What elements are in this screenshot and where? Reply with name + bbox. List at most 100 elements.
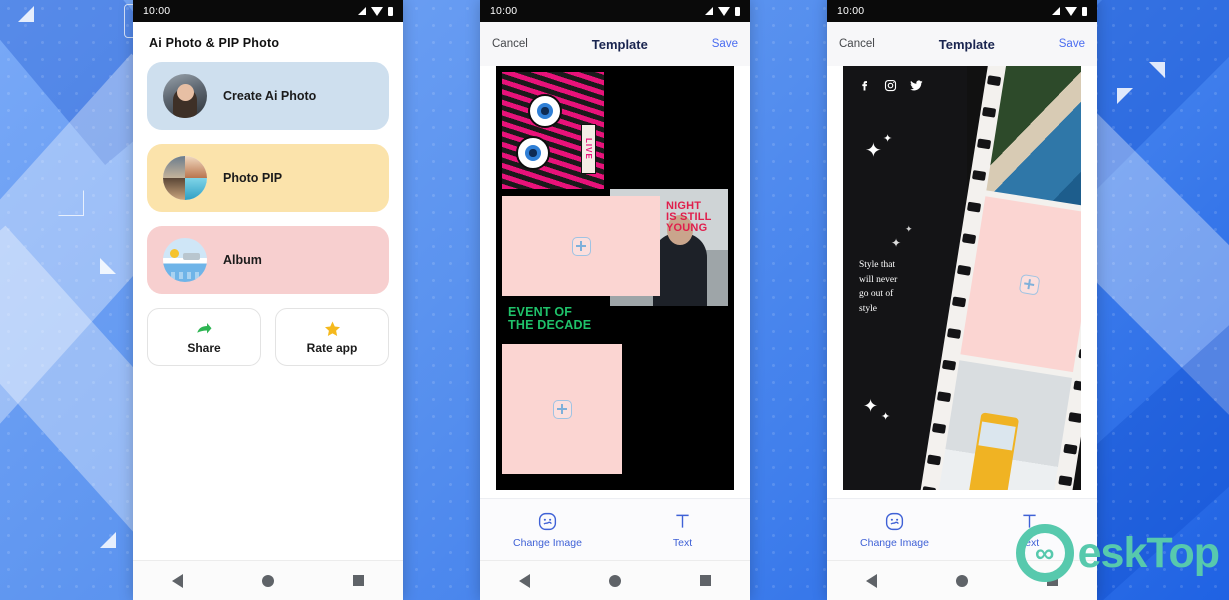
twitter-icon[interactable] bbox=[909, 78, 924, 93]
home-icon[interactable] bbox=[608, 574, 621, 587]
facebook-icon[interactable] bbox=[857, 78, 872, 93]
status-bar: 10:00 bbox=[827, 0, 1097, 22]
photo-placeholder-3[interactable] bbox=[960, 196, 1081, 373]
page-title: Ai Photo & PIP Photo bbox=[149, 36, 280, 50]
perforation bbox=[922, 486, 937, 490]
rate-app-button[interactable]: Rate app bbox=[275, 308, 389, 366]
photo-placeholder-2[interactable] bbox=[502, 344, 622, 474]
status-bar: 10:00 bbox=[133, 0, 403, 22]
album-landscape-thumb bbox=[163, 238, 207, 282]
canvas-wrapper: LIVE NIGHT IS STILL YOUNG EVENT OF THE DECA… bbox=[480, 66, 750, 490]
perforation bbox=[942, 359, 957, 371]
perforation bbox=[962, 233, 977, 245]
perforation bbox=[977, 138, 992, 150]
wifi-icon bbox=[371, 6, 383, 16]
editor-top-bar: Cancel Template Save bbox=[827, 22, 1097, 66]
style-quote-text[interactable]: Style that will never go out of style bbox=[859, 258, 905, 317]
add-photo-icon bbox=[1018, 273, 1041, 296]
action-button-row: Share Rate app bbox=[147, 308, 389, 366]
canvas-wrapper: ✦ ✦ ✦ ✦ ✦ ✦ Style that will never go out… bbox=[827, 66, 1097, 490]
menu-card-label: Create Ai Photo bbox=[223, 89, 317, 103]
perforation bbox=[952, 296, 967, 308]
text-tool[interactable]: Text bbox=[615, 511, 750, 549]
home-icon[interactable] bbox=[261, 574, 274, 587]
text-t-icon bbox=[1023, 514, 1036, 528]
battery-icon bbox=[388, 6, 393, 16]
menu-card-label: Photo PIP bbox=[223, 171, 283, 185]
menu-card-album[interactable]: Album bbox=[147, 226, 389, 294]
perforation bbox=[1073, 380, 1081, 392]
menu-card-create-ai-photo[interactable]: Create Ai Photo bbox=[147, 62, 389, 130]
change-image-label: Change Image bbox=[513, 536, 582, 549]
instagram-icon[interactable] bbox=[883, 78, 898, 93]
phone-1-frame: 10:00 Ai Photo & PIP Photo Create Ai Pho… bbox=[133, 0, 403, 600]
status-time: 10:00 bbox=[143, 5, 171, 17]
android-nav-bar bbox=[827, 560, 1097, 600]
share-arrow-icon bbox=[197, 322, 212, 333]
change-image-tool[interactable]: Change Image bbox=[827, 511, 962, 549]
cancel-button[interactable]: Cancel bbox=[492, 38, 528, 50]
sparkle-icon: ✦ bbox=[865, 140, 882, 162]
hill-shape bbox=[183, 253, 200, 260]
eyes-pink-zebra-art[interactable]: LIVE bbox=[502, 72, 604, 189]
add-photo-icon bbox=[552, 399, 572, 419]
perforation bbox=[927, 454, 942, 466]
home-screen-body: Ai Photo & PIP Photo Create Ai Photo Pho… bbox=[133, 22, 403, 560]
status-icons bbox=[358, 6, 393, 16]
editor-tool-bar: Change Image Text bbox=[480, 498, 750, 560]
collage-canvas[interactable]: LIVE NIGHT IS STILL YOUNG EVENT OF THE DECA… bbox=[496, 66, 734, 490]
live-text: LIVE bbox=[581, 124, 596, 174]
star-icon bbox=[324, 321, 340, 336]
android-nav-bar bbox=[133, 560, 403, 600]
back-icon[interactable] bbox=[519, 573, 531, 588]
wifi-icon bbox=[718, 6, 730, 16]
share-button[interactable]: Share bbox=[147, 308, 261, 366]
photo-placeholder-1[interactable] bbox=[502, 196, 660, 296]
sun-icon bbox=[170, 249, 179, 258]
menu-card-photo-pip[interactable]: Photo PIP bbox=[147, 144, 389, 212]
sparkle-icon: ✦ bbox=[863, 396, 879, 416]
editor-title: Template bbox=[938, 36, 995, 52]
menu-card-label: Album bbox=[223, 253, 262, 267]
perforation bbox=[1063, 443, 1078, 455]
social-icon-row bbox=[857, 78, 924, 93]
recents-icon[interactable] bbox=[699, 575, 711, 586]
recents-icon[interactable] bbox=[352, 575, 364, 586]
film-strip-canvas[interactable]: ✦ ✦ ✦ ✦ ✦ ✦ Style that will never go out… bbox=[843, 66, 1081, 490]
text-tool-label: Text bbox=[1019, 536, 1040, 549]
text-tool[interactable]: Text bbox=[962, 511, 1097, 549]
sparkle-icon: ✦ bbox=[891, 236, 902, 250]
perforation bbox=[1068, 412, 1081, 424]
save-button[interactable]: Save bbox=[712, 38, 738, 50]
ai-portrait-thumb bbox=[163, 74, 207, 118]
perforation bbox=[947, 328, 962, 339]
signal-icon bbox=[1052, 7, 1060, 15]
editor-tool-bar: Change Image Text bbox=[827, 498, 1097, 560]
event-of-the-decade-text[interactable]: EVENT OF THE DECADE bbox=[508, 306, 638, 331]
change-image-tool[interactable]: Change Image bbox=[480, 511, 615, 549]
home-icon[interactable] bbox=[955, 574, 968, 587]
editor-title: Template bbox=[591, 36, 648, 52]
wifi-icon bbox=[1065, 6, 1077, 16]
perforation bbox=[932, 422, 947, 434]
battery-icon bbox=[735, 6, 740, 16]
save-button[interactable]: Save bbox=[1059, 38, 1085, 50]
share-button-label: Share bbox=[187, 340, 221, 355]
text-tool-label: Text bbox=[672, 536, 693, 549]
image-face-icon bbox=[885, 512, 904, 530]
status-bar: 10:00 bbox=[480, 0, 750, 22]
image-face-icon bbox=[538, 512, 557, 530]
aerial-coast-photo[interactable] bbox=[986, 66, 1081, 209]
back-icon[interactable] bbox=[866, 573, 878, 588]
signal-icon bbox=[358, 7, 366, 15]
yellow-tram-photo[interactable] bbox=[936, 360, 1073, 490]
cancel-button[interactable]: Cancel bbox=[839, 38, 875, 50]
status-icons bbox=[1052, 6, 1087, 16]
recents-icon[interactable] bbox=[1046, 575, 1058, 586]
night-is-still-young-text[interactable]: NIGHT IS STILL YOUNG bbox=[666, 200, 730, 235]
perforation bbox=[937, 391, 952, 403]
phone-3-frame: 10:00 Cancel Template Save ✦ ✦ ✦ ✦ ✦ ✦ S… bbox=[827, 0, 1097, 600]
eye-shape bbox=[528, 94, 562, 128]
back-icon[interactable] bbox=[172, 573, 184, 588]
phone-2-frame: 10:00 Cancel Template Save LIVE NIGHT IS … bbox=[480, 0, 750, 600]
